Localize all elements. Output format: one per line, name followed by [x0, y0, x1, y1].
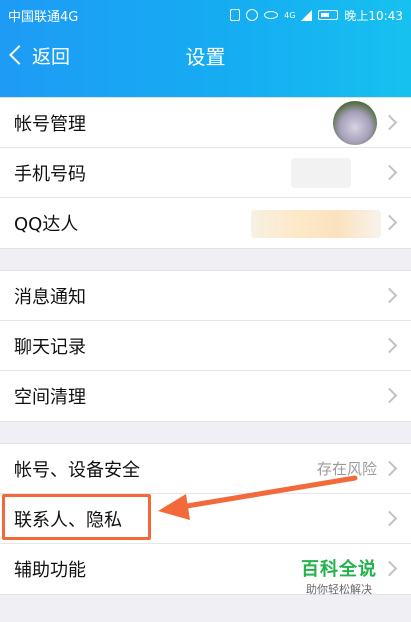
row-label: 空间清理: [14, 387, 86, 408]
row-label: 手机号码: [14, 163, 86, 185]
status-time: 晚上10:43: [344, 8, 403, 23]
row-chat-history[interactable]: 聊天记录: [0, 321, 411, 371]
vibrate-icon: [230, 9, 241, 21]
row-label: 消息通知: [14, 286, 86, 308]
settings-group-messages: 消息通知 聊天记录 空间清理: [0, 270, 411, 422]
battery-icon: [318, 10, 339, 20]
blurred-talent-value: [251, 210, 381, 238]
chevron-right-icon: [381, 460, 398, 477]
row-device-security[interactable]: 帐号、设备安全 存在风险: [0, 444, 411, 494]
alarm-icon: [246, 9, 259, 21]
back-button[interactable]: 返回: [8, 38, 70, 72]
carrier-label: 中国联通4G: [8, 9, 79, 25]
avatar: [333, 101, 377, 145]
row-label: 帐号、设备安全: [14, 459, 140, 481]
back-chevron-icon: [9, 45, 29, 65]
watermark-title: 百科全说: [301, 559, 377, 580]
row-phone-number[interactable]: 手机号码: [0, 148, 411, 198]
risk-status: 存在风险: [316, 460, 377, 478]
top-bar: 中国联通4G 4G 晚上10:43 返回 设置: [0, 0, 411, 97]
row-notifications[interactable]: 消息通知: [0, 271, 411, 321]
settings-group-account: 帐号管理 手机号码 QQ达人: [0, 97, 411, 249]
status-icons: 4G 晚上10:43: [230, 7, 403, 24]
row-label: 聊天记录: [14, 336, 86, 358]
highlight-box: [2, 494, 151, 540]
status-bar: 中国联通4G 4G 晚上10:43: [0, 0, 411, 30]
row-qq-talent[interactable]: QQ达人: [0, 198, 411, 248]
row-storage-cleanup[interactable]: 空间清理: [0, 371, 411, 421]
back-label: 返回: [32, 45, 71, 68]
eye-icon: [264, 11, 279, 19]
nav-bar: 返回 设置: [0, 30, 411, 80]
blurred-phone-value: [291, 158, 351, 188]
watermark: 百科全说 助你轻松解决: [301, 555, 377, 597]
watermark-subtitle: 助你轻松解决: [306, 583, 372, 596]
signal-icon: [301, 9, 313, 21]
row-account-management[interactable]: 帐号管理: [0, 98, 411, 148]
network-type: 4G: [284, 10, 296, 20]
